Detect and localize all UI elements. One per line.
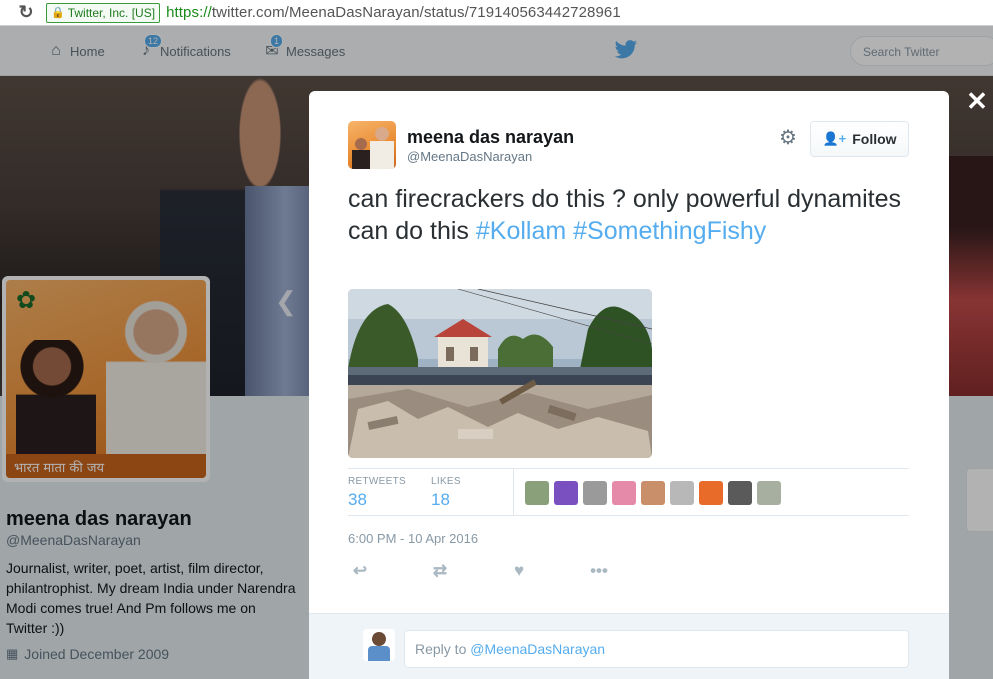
tweet-photo[interactable] [348, 289, 652, 458]
reply-area: Reply to @MeenaDasNarayan [309, 613, 949, 679]
tweet-author-avatar[interactable] [348, 121, 396, 169]
reload-icon[interactable]: ↻ [14, 1, 38, 25]
ssl-badge[interactable]: 🔒 Twitter, Inc. [US] [46, 2, 161, 23]
retweets-count: 38 [348, 490, 367, 509]
liker-avatar[interactable] [670, 481, 694, 505]
liker-avatar[interactable] [699, 481, 723, 505]
stats-divider-bottom [348, 515, 909, 516]
liker-avatar[interactable] [757, 481, 781, 505]
reply-input[interactable]: Reply to @MeenaDasNarayan [404, 630, 909, 668]
gear-icon[interactable]: ⚙ [777, 127, 799, 149]
hashtag-somethingfishy[interactable]: #SomethingFishy [573, 217, 766, 245]
current-user-avatar[interactable] [363, 629, 395, 661]
close-icon[interactable]: ✕ [966, 88, 988, 114]
tweet-timestamp[interactable]: 6:00 PM - 10 Apr 2016 [348, 531, 478, 546]
liker-avatar[interactable] [641, 481, 665, 505]
url-field[interactable]: https://twitter.com/MeenaDasNarayan/stat… [166, 4, 621, 21]
tweet-author-name[interactable]: meena das narayan [407, 127, 574, 148]
add-user-icon: 👤+ [822, 131, 847, 146]
tweet-author-handle[interactable]: @MeenaDasNarayan [407, 149, 532, 164]
ssl-label: Twitter, Inc. [US] [67, 5, 156, 20]
author-avatar-figure-1 [352, 137, 370, 169]
liker-avatar[interactable] [583, 481, 607, 505]
reply-icon[interactable]: ↩ [348, 561, 372, 581]
likes-count: 18 [431, 490, 450, 509]
retweet-icon[interactable]: ⇄ [428, 561, 452, 581]
reply-mention: @MeenaDasNarayan [470, 641, 606, 657]
lock-icon: 🔒 [51, 7, 65, 19]
liker-avatar[interactable] [728, 481, 752, 505]
reply-prefix: Reply to [415, 641, 471, 657]
heart-icon[interactable]: ♥ [507, 561, 531, 581]
more-icon[interactable]: ••• [587, 561, 611, 581]
reply-avatar-body [368, 646, 390, 661]
tweet-photo-image [348, 289, 652, 458]
hashtag-kollam[interactable]: #Kollam [476, 217, 566, 245]
author-avatar-figure-2 [370, 125, 394, 169]
liker-avatar[interactable] [554, 481, 578, 505]
likers-avatars [525, 481, 786, 505]
retweets-label: RETWEETS [348, 476, 406, 487]
tweet-text: can firecrackers do this ? only powerful… [348, 183, 908, 247]
reply-avatar-head [372, 632, 386, 646]
tweet-modal: meena das narayan @MeenaDasNarayan ⚙ 👤+ … [309, 91, 949, 679]
retweets-stat[interactable]: RETWEETS 38 [348, 476, 406, 510]
likes-stat[interactable]: LIKES 18 [431, 476, 461, 510]
url-path: twitter.com/MeenaDasNarayan/status/71914… [211, 4, 621, 21]
browser-address-bar: ↻ 🔒 Twitter, Inc. [US] https://twitter.c… [0, 0, 993, 26]
likes-label: LIKES [431, 476, 461, 487]
liker-avatar[interactable] [525, 481, 549, 505]
stats-divider-vertical [513, 469, 514, 515]
follow-button[interactable]: 👤+ Follow [810, 121, 909, 157]
liker-avatar[interactable] [612, 481, 636, 505]
url-protocol: https:// [166, 4, 212, 21]
stats-divider-top [348, 468, 909, 469]
follow-button-label: Follow [852, 131, 897, 147]
